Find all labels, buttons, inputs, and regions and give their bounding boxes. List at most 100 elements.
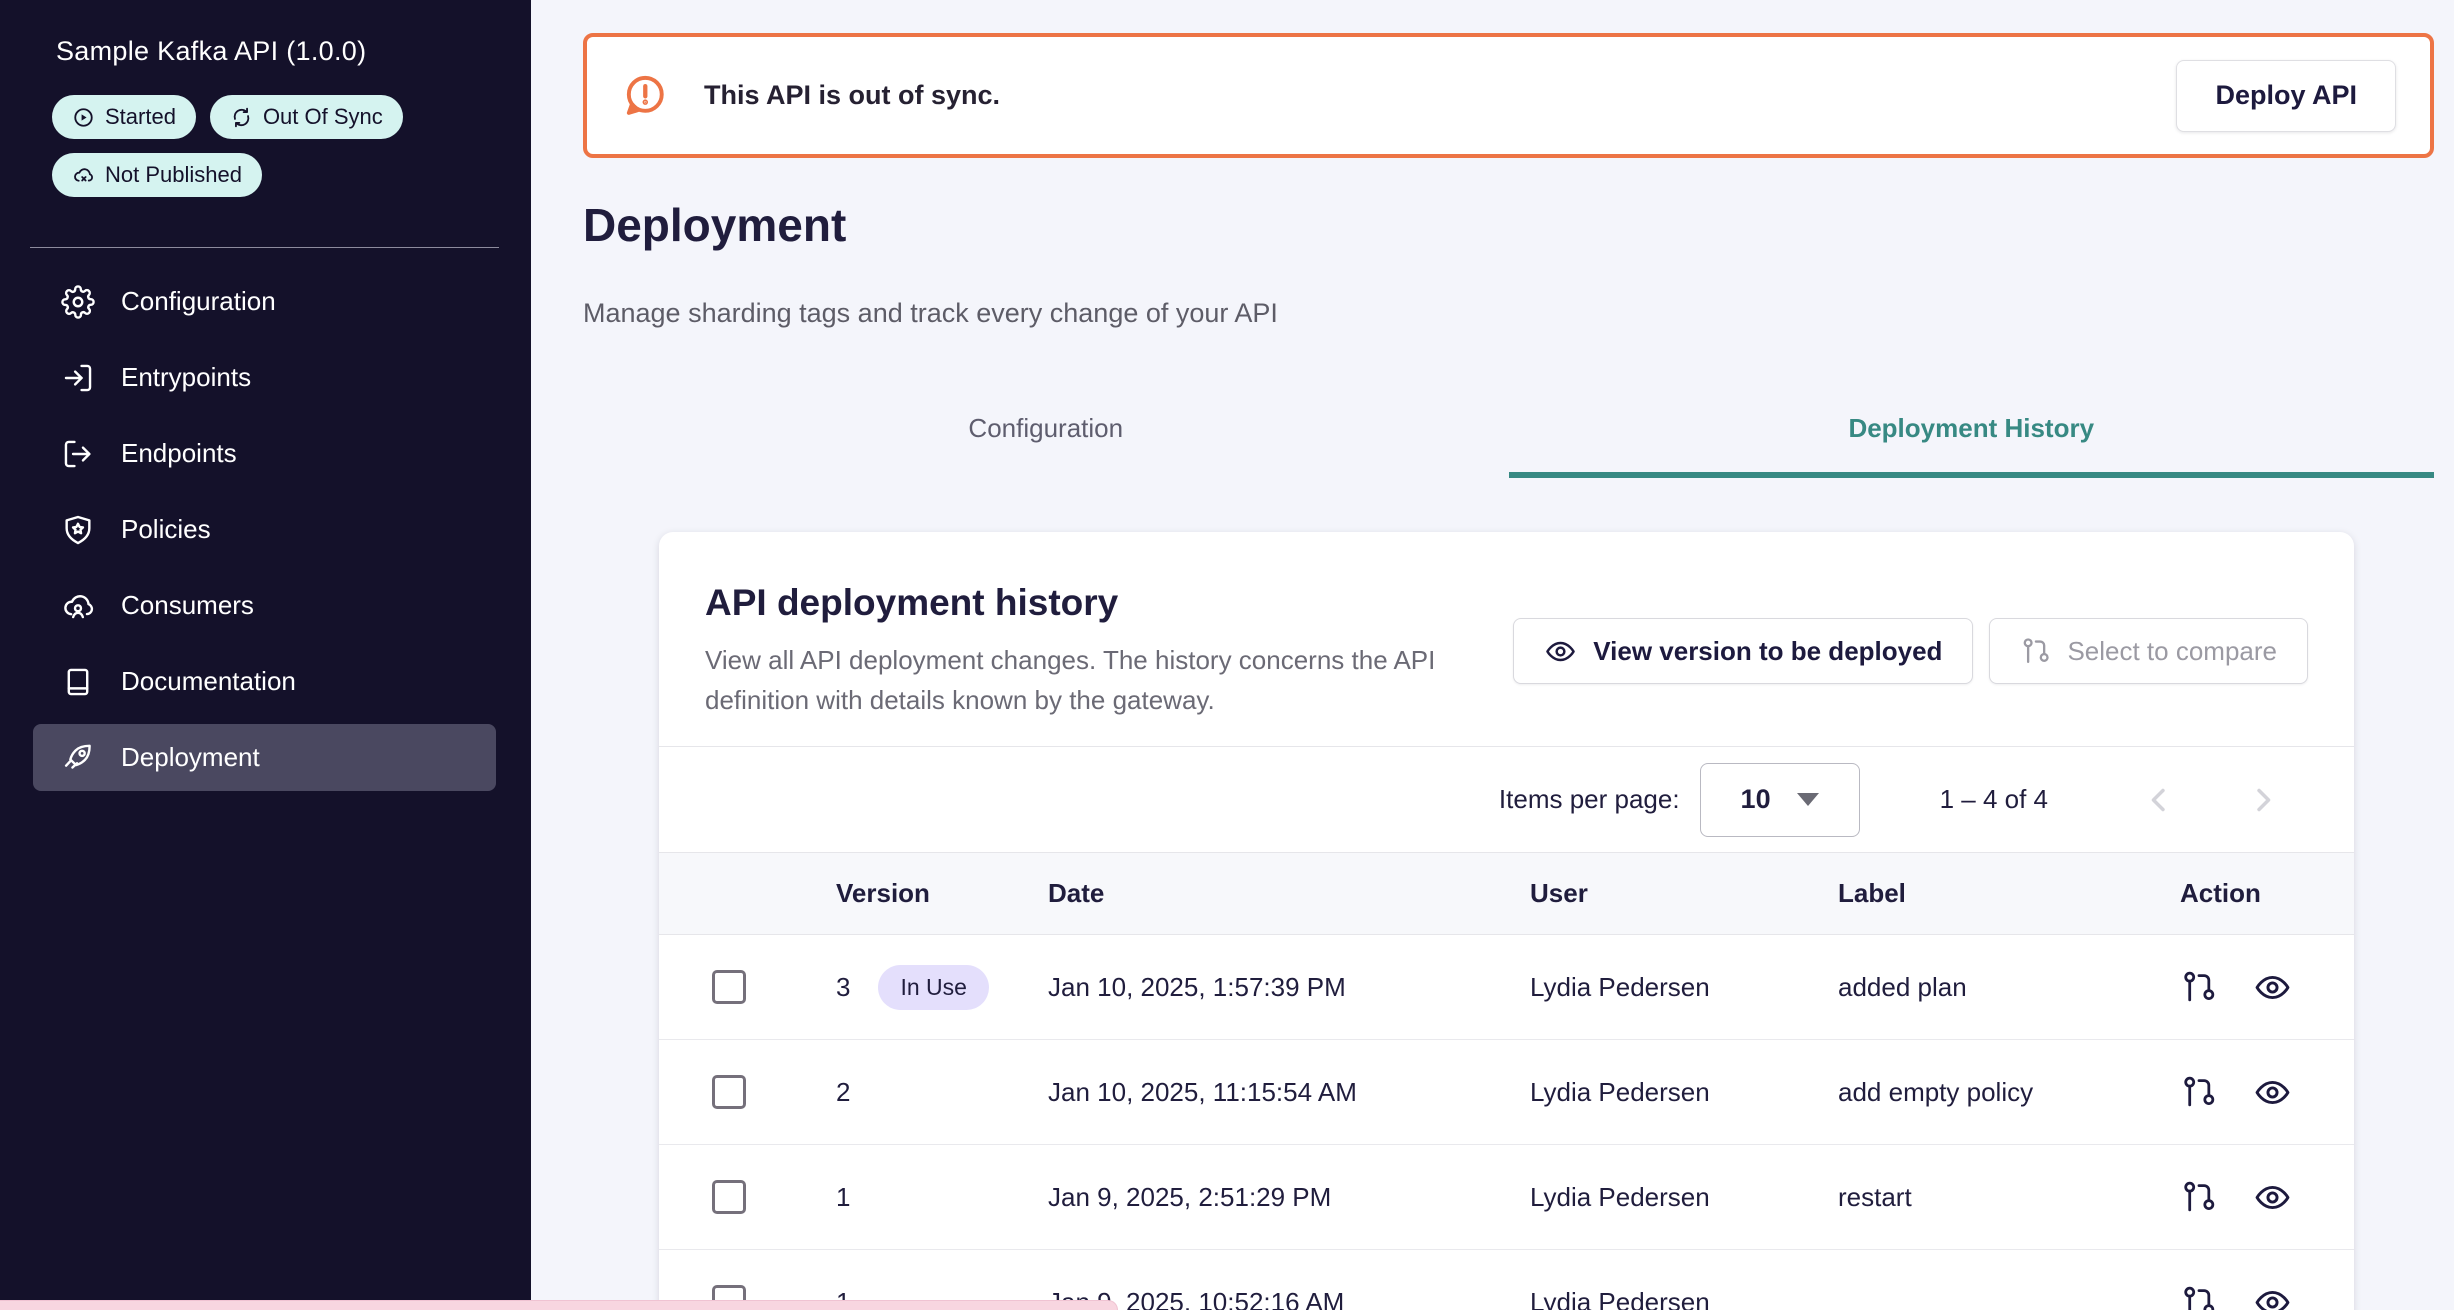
compare-version-icon[interactable] xyxy=(2180,1179,2217,1216)
row-checkbox[interactable] xyxy=(712,1180,746,1214)
chevron-down-icon xyxy=(1797,793,1819,806)
sidebar-item-label: Policies xyxy=(121,514,211,545)
status-badge-out-of-sync: Out Of Sync xyxy=(210,95,403,139)
shield-star-icon xyxy=(61,513,95,547)
sidebar-item-consumers[interactable]: Consumers xyxy=(33,572,496,639)
in-use-badge: In Use xyxy=(878,965,988,1010)
table-header-row: Version Date User Label Action xyxy=(659,853,2354,935)
date-value: Jan 10, 2025, 11:15:54 AM xyxy=(1021,1040,1503,1145)
view-version-icon[interactable] xyxy=(2253,1283,2292,1310)
table-row: 2 Jan 10, 2025, 11:15:54 AM Lydia Peders… xyxy=(659,1040,2354,1145)
sidebar-item-label: Entrypoints xyxy=(121,362,251,393)
row-checkbox[interactable] xyxy=(712,970,746,1004)
column-header-action: Action xyxy=(2153,853,2354,935)
label-value xyxy=(1811,1250,2153,1310)
play-circle-icon xyxy=(72,106,95,129)
tab-configuration[interactable]: Configuration xyxy=(583,390,1509,478)
column-header-date: Date xyxy=(1021,853,1503,935)
column-header-user: User xyxy=(1503,853,1811,935)
version-value: 3 xyxy=(836,972,850,1003)
card-title: API deployment history xyxy=(705,582,1513,624)
chevron-right-icon xyxy=(2244,781,2282,819)
pagination-range: 1 – 4 of 4 xyxy=(1940,784,2048,815)
sidebar-item-entrypoints[interactable]: Entrypoints xyxy=(33,344,496,411)
sidebar-item-deployment[interactable]: Deployment xyxy=(33,724,496,791)
sidebar-divider xyxy=(30,247,499,248)
banner-message: This API is out of sync. xyxy=(704,80,1000,111)
sidebar-item-label: Configuration xyxy=(121,286,276,317)
api-title: Sample Kafka API (1.0.0) xyxy=(56,36,491,67)
compare-version-icon[interactable] xyxy=(2180,1074,2217,1111)
tab-bar: Configuration Deployment History xyxy=(583,390,2434,478)
sync-arrows-icon xyxy=(230,106,253,129)
page-size-value: 10 xyxy=(1741,784,1771,815)
view-version-button[interactable]: View version to be deployed xyxy=(1513,618,1973,684)
version-value: 1 xyxy=(836,1182,850,1213)
arrow-into-box-icon xyxy=(61,361,95,395)
row-checkbox[interactable] xyxy=(712,1075,746,1109)
table-row: 3 In Use Jan 10, 2025, 1:57:39 PM Lydia P… xyxy=(659,935,2354,1040)
sidebar-item-documentation[interactable]: Documentation xyxy=(33,648,496,715)
status-badge-label: Out Of Sync xyxy=(263,104,383,130)
chevron-left-icon xyxy=(2140,781,2178,819)
select-all-column-header xyxy=(659,853,809,935)
view-version-icon[interactable] xyxy=(2253,968,2292,1007)
status-badge-started: Started xyxy=(52,95,196,139)
gear-icon xyxy=(61,285,95,319)
sidebar-item-label: Endpoints xyxy=(121,438,237,469)
sidebar-nav: Configuration Entrypoints Endpoints Poli… xyxy=(33,268,496,791)
select-to-compare-label: Select to compare xyxy=(2067,636,2277,667)
next-page-button[interactable] xyxy=(2244,781,2282,819)
pagination-bar: Items per page: 10 1 – 4 of 4 xyxy=(659,746,2354,852)
tab-deployment-history[interactable]: Deployment History xyxy=(1509,390,2435,478)
sidebar-item-label: Consumers xyxy=(121,590,254,621)
cloud-user-icon xyxy=(61,589,95,623)
select-to-compare-button[interactable]: Select to compare xyxy=(1989,618,2308,684)
card-actions: View version to be deployed Select to co… xyxy=(1513,618,2308,684)
label-value: add empty policy xyxy=(1811,1040,2153,1145)
main-content: This API is out of sync. Deploy API Depl… xyxy=(531,0,2454,1310)
version-value: 2 xyxy=(836,1077,850,1108)
user-value: Lydia Pedersen xyxy=(1503,1250,1811,1310)
status-badge-label: Not Published xyxy=(105,162,242,188)
compare-version-icon[interactable] xyxy=(2180,969,2217,1006)
arrow-out-of-box-icon xyxy=(61,437,95,471)
card-description: View all API deployment changes. The his… xyxy=(705,640,1513,720)
label-value: added plan xyxy=(1811,935,2153,1040)
status-badge-not-published: Not Published xyxy=(52,153,262,197)
view-version-icon[interactable] xyxy=(2253,1073,2292,1112)
column-header-label: Label xyxy=(1811,853,2153,935)
user-value: Lydia Pedersen xyxy=(1503,1040,1811,1145)
compare-icon xyxy=(2020,636,2051,667)
book-icon xyxy=(61,665,95,699)
deploy-api-button[interactable]: Deploy API xyxy=(2176,60,2396,132)
user-value: Lydia Pedersen xyxy=(1503,935,1811,1040)
sidebar-item-endpoints[interactable]: Endpoints xyxy=(33,420,496,487)
sidebar-item-label: Deployment xyxy=(121,742,260,773)
previous-page-button[interactable] xyxy=(2140,781,2178,819)
out-of-sync-banner: This API is out of sync. Deploy API xyxy=(583,33,2434,158)
compare-version-icon[interactable] xyxy=(2180,1284,2217,1310)
page-size-select[interactable]: 10 xyxy=(1700,763,1860,837)
deployment-history-table: Version Date User Label Action 3 In Use J… xyxy=(659,852,2354,1310)
api-status-badges: Started Out Of Sync Not Published xyxy=(52,95,502,197)
label-value: restart xyxy=(1811,1145,2153,1250)
items-per-page-label: Items per page: xyxy=(1499,784,1680,815)
sidebar-item-policies[interactable]: Policies xyxy=(33,496,496,563)
view-version-label: View version to be deployed xyxy=(1593,636,1942,667)
card-header-text: API deployment history View all API depl… xyxy=(705,582,1513,720)
table-row: 1 Jan 9, 2025, 2:51:29 PM Lydia Pedersen… xyxy=(659,1145,2354,1250)
page-subtitle: Manage sharding tags and track every cha… xyxy=(583,296,2434,330)
card-header: API deployment history View all API depl… xyxy=(659,532,2354,746)
date-value: Jan 10, 2025, 1:57:39 PM xyxy=(1021,935,1503,1040)
column-header-version: Version xyxy=(809,853,1021,935)
date-value: Jan 9, 2025, 2:51:29 PM xyxy=(1021,1145,1503,1250)
status-badge-label: Started xyxy=(105,104,176,130)
rocket-icon xyxy=(61,741,95,775)
sidebar-item-label: Documentation xyxy=(121,666,296,697)
sidebar-item-configuration[interactable]: Configuration xyxy=(33,268,496,335)
page-title: Deployment xyxy=(583,200,2434,250)
view-version-icon[interactable] xyxy=(2253,1178,2292,1217)
cloud-x-icon xyxy=(72,164,95,187)
alert-bubble-icon xyxy=(621,72,668,119)
